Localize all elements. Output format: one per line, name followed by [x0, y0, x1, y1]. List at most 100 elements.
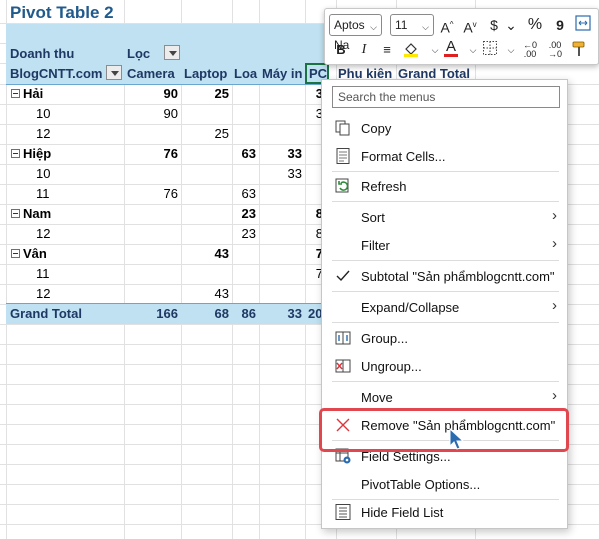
col-header-may-in[interactable]: Máy in: [262, 66, 302, 81]
menu-item-copy[interactable]: Copy: [322, 115, 567, 141]
menu-item-hide-field-list[interactable]: Hide Field List: [322, 499, 567, 525]
menu-search-input[interactable]: Search the menus: [332, 86, 560, 108]
values-label[interactable]: Doanh thu: [10, 46, 74, 61]
menu-separator: [332, 291, 559, 292]
row-label[interactable]: 11: [36, 266, 50, 281]
ungroup-icon: [334, 357, 352, 375]
pivot-cell[interactable]: 63: [232, 146, 256, 161]
menu-item-filter[interactable]: Filter ›: [322, 232, 567, 258]
font-size-box[interactable]: 11 ⌵: [390, 14, 434, 36]
menu-item-label: Hide Field List: [361, 505, 444, 520]
row-label[interactable]: 12: [36, 226, 50, 241]
row-label[interactable]: 11: [36, 186, 50, 201]
menu-item-ungroup[interactable]: Ungroup...: [322, 353, 567, 379]
grand-total-cell[interactable]: 86: [232, 306, 256, 321]
pivot-cell[interactable]: 25: [181, 126, 229, 141]
pivot-cell[interactable]: 90: [124, 106, 178, 121]
column-filter-dropdown[interactable]: [164, 45, 180, 60]
row-label[interactable]: 12: [36, 286, 50, 301]
fill-color-icon[interactable]: [401, 40, 421, 60]
menu-item-format-cells[interactable]: Format Cells...: [322, 143, 567, 169]
menu-item-label: Sort: [361, 210, 385, 225]
menu-item-label: Filter: [361, 238, 390, 253]
comma-style-icon[interactable]: 9: [550, 15, 570, 35]
menu-item-label: Move: [361, 390, 393, 405]
col-header-loa[interactable]: Loa: [234, 66, 257, 81]
grand-total-cell[interactable]: 33: [259, 306, 302, 321]
pivot-cell[interactable]: 76: [124, 186, 178, 201]
menu-item-pivottable-options[interactable]: PivotTable Options...: [322, 471, 567, 497]
highlight-annotation: [319, 408, 569, 452]
format-cells-icon: [334, 147, 352, 165]
menu-item-subtotal[interactable]: Subtotal "Sản phẩmblogcntt.com": [322, 263, 567, 289]
align-center-icon[interactable]: ≡: [377, 40, 397, 60]
pivot-title: Pivot Table 2: [10, 3, 114, 22]
group-label[interactable]: Hiệp: [23, 146, 51, 161]
row-field-label[interactable]: BlogCNTT.com: [10, 66, 102, 81]
wrap-text-icon[interactable]: [573, 15, 593, 35]
row-label[interactable]: 10: [36, 106, 50, 121]
grand-total-cell[interactable]: 166: [124, 306, 178, 321]
chevron-down-icon[interactable]: ⌵: [501, 40, 521, 60]
pivot-cell[interactable]: 23: [232, 206, 256, 221]
pivot-cell[interactable]: 63: [232, 186, 256, 201]
chevron-right-icon: ›: [552, 297, 557, 314]
chevron-right-icon: ›: [552, 235, 557, 252]
checkmark-icon: [334, 267, 352, 285]
increase-decimal-icon[interactable]: ←0.00: [520, 40, 540, 60]
chevron-down-icon: ⌵: [422, 22, 429, 32]
group-label[interactable]: Vân: [23, 246, 47, 261]
format-painter-icon[interactable]: [569, 40, 589, 60]
row-field-dropdown[interactable]: [106, 65, 122, 80]
font-color-icon[interactable]: A: [441, 37, 461, 57]
mini-toolbar: Aptos Na ⌵ 11 ⌵ A^ Av $ ⌄ % 9 B I ≡ ⌵ A …: [324, 8, 599, 65]
group-label[interactable]: Nam: [23, 206, 51, 221]
font-name-box[interactable]: Aptos Na ⌵: [329, 14, 382, 52]
pivot-cell[interactable]: 25: [181, 86, 229, 101]
row-label[interactable]: 10: [36, 166, 50, 181]
menu-item-label: Group...: [361, 331, 408, 346]
col-header-laptop[interactable]: Laptop: [184, 66, 227, 81]
menu-item-sort[interactable]: Sort ›: [322, 204, 567, 230]
menu-item-label: Format Cells...: [361, 149, 446, 164]
pivot-cell[interactable]: 43: [181, 246, 229, 261]
decrease-decimal-icon[interactable]: .00 →0: [545, 40, 565, 60]
borders-icon[interactable]: [480, 40, 500, 60]
font-shrink-icon[interactable]: Av: [460, 15, 480, 36]
pivot-cell[interactable]: 23: [232, 226, 256, 241]
collapse-icon[interactable]: [11, 149, 20, 158]
comma-style-icon[interactable]: ⌄: [501, 15, 521, 35]
collapse-icon[interactable]: [11, 89, 20, 98]
menu-item-label: PivotTable Options...: [361, 477, 481, 492]
field-list-icon: [334, 503, 352, 521]
menu-item-refresh[interactable]: Refresh: [322, 173, 567, 199]
chevron-down-icon: ⌵: [370, 22, 377, 32]
group-label[interactable]: Hải: [23, 86, 43, 101]
menu-item-expand-collapse[interactable]: Expand/Collapse ›: [322, 294, 567, 320]
column-filter-label[interactable]: Lọc: [127, 46, 150, 61]
menu-item-label: Copy: [361, 121, 392, 136]
pivot-cell[interactable]: 33: [259, 146, 302, 161]
menu-separator: [332, 381, 559, 382]
menu-item-group[interactable]: Group...: [322, 325, 567, 351]
row-label[interactable]: 12: [36, 126, 50, 141]
grand-total-cell[interactable]: 68: [181, 306, 229, 321]
copy-icon: [334, 119, 352, 137]
bold-icon[interactable]: B: [331, 40, 351, 60]
menu-item-label: Ungroup...: [361, 359, 422, 374]
pivot-cell[interactable]: 76: [124, 146, 178, 161]
menu-item-move[interactable]: Move ›: [322, 384, 567, 410]
italic-icon[interactable]: I: [354, 40, 374, 60]
collapse-icon[interactable]: [11, 209, 20, 218]
pivot-cell[interactable]: 90: [124, 86, 178, 101]
percent-icon[interactable]: %: [525, 15, 545, 35]
font-grow-icon[interactable]: A^: [437, 15, 457, 36]
pivot-cell[interactable]: 33: [259, 166, 302, 181]
grand-total-label[interactable]: Grand Total: [10, 306, 82, 321]
collapse-icon[interactable]: [11, 249, 20, 258]
menu-separator: [332, 322, 559, 323]
pivot-header-divider: [6, 84, 328, 85]
pivot-cell[interactable]: 43: [181, 286, 229, 301]
col-header-camera[interactable]: Camera: [127, 66, 175, 81]
menu-separator: [332, 171, 559, 172]
